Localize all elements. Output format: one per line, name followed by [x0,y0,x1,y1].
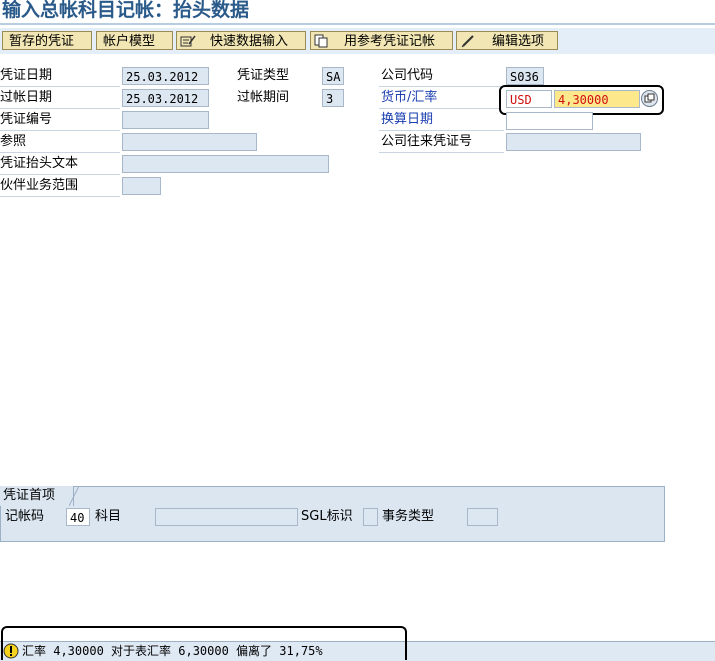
title-divider [0,23,715,25]
parked-document-button[interactable]: 暂存的凭证 [2,31,92,50]
sgl-indicator-field[interactable] [363,508,378,526]
posting-period-field[interactable]: 3 [322,89,344,107]
posting-key-label: 记帐码 [5,509,45,524]
intercompany-doc-label: 公司往来凭证号 [381,134,473,149]
exchange-rate-field[interactable]: 4,30000 [554,90,640,108]
account-field[interactable] [155,508,298,526]
first-line-item-tab: 凭证首项 [0,486,75,506]
currency-field[interactable]: USD [506,90,552,108]
first-line-item-panel: 凭证首项 记帐码 40 科目 SGL标识 事务类型 [0,486,665,542]
account-model-button[interactable]: 帐户模型 [96,31,173,50]
document-date-field[interactable]: 25.03.2012 [122,67,209,85]
document-type-label: 凭证类型 [237,68,290,83]
label-underline [379,86,504,87]
document-type-field[interactable]: SA [322,67,344,85]
trading-partner-label: 伙伴业务范围 [0,178,79,193]
document-number-field[interactable] [122,111,209,129]
application-toolbar: 暂存的凭证 帐户模型 快速数据输入 用参考凭证记帐 编辑选项 [0,28,715,54]
transaction-type-label: 事务类型 [382,509,435,524]
reference-field[interactable] [122,133,257,151]
posting-period-label: 过帐期间 [237,90,290,105]
account-label: 科目 [95,509,122,524]
exchange-rate-dialog-icon[interactable] [641,90,658,107]
edit-options-label: 编辑选项 [492,34,545,49]
document-date-label: 凭证日期 [0,68,53,83]
transaction-type-field[interactable] [467,508,498,526]
label-underline [379,108,499,109]
status-highlight [1,626,407,660]
fast-data-entry-button[interactable]: 快速数据输入 [176,31,306,50]
sgl-indicator-label: SGL标识 [301,509,353,524]
label-underline [0,152,120,153]
company-code-field[interactable]: S036 [506,67,544,85]
page-title: 输入总帐科目记帐：抬头数据 [2,0,250,21]
posting-date-field[interactable]: 25.03.2012 [122,89,209,107]
posting-date-label: 过帐日期 [0,90,53,105]
trading-partner-field[interactable] [122,177,161,195]
company-code-label: 公司代码 [381,68,434,83]
header-text-label: 凭证抬头文本 [0,156,79,171]
translation-date-label[interactable]: 换算日期 [381,110,433,130]
pencil-icon [461,35,474,48]
label-underline [0,174,120,175]
label-underline [0,130,120,131]
document-number-label: 凭证编号 [0,112,53,127]
header-text-field[interactable] [122,155,329,173]
edit-options-button[interactable]: 编辑选项 [456,31,558,50]
post-with-reference-label: 用参考凭证记帐 [344,34,436,49]
intercompany-doc-field[interactable] [506,133,641,151]
fast-data-entry-label: 快速数据输入 [210,34,289,49]
tab-corner [69,486,80,506]
reference-label: 参照 [0,134,27,149]
currency-rate-label[interactable]: 货币/汇率 [381,88,437,108]
label-underline [0,86,120,87]
copy-document-icon [314,34,328,48]
label-underline [379,152,504,153]
fast-entry-icon [180,35,196,47]
label-underline [0,108,120,109]
label-underline [379,130,504,131]
label-underline [0,196,120,197]
posting-key-field[interactable]: 40 [66,508,90,526]
translation-date-field[interactable] [506,112,593,130]
post-with-reference-button[interactable]: 用参考凭证记帐 [310,31,453,50]
